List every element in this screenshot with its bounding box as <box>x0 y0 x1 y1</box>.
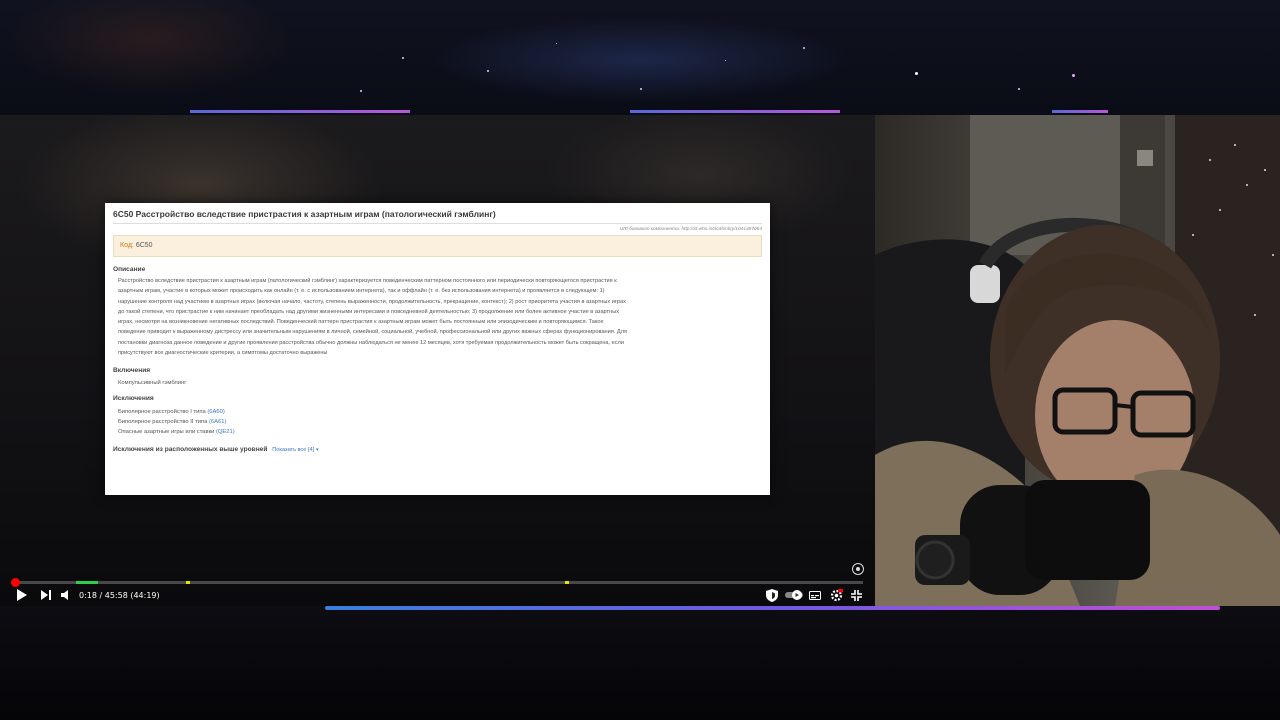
progress-bar[interactable] <box>11 578 863 587</box>
settings-button[interactable] <box>830 587 843 603</box>
exclusion-label: Биполярное расстройство I типа <box>118 409 206 416</box>
autoplay-toggle-icon <box>785 590 803 600</box>
inclusion-item: Компульсивный гэмблинг <box>118 380 187 387</box>
overlay-glow-bar <box>325 606 1220 610</box>
fullscreen-exit-button[interactable] <box>851 587 862 603</box>
autoplay-toggle[interactable] <box>785 587 803 603</box>
code-box: Код: 6C50 <box>113 235 762 257</box>
exclusion-code-link[interactable]: (QE21) <box>216 429 235 435</box>
description-line: Расстройство вследствие пристрастия к аз… <box>118 278 617 284</box>
play-button[interactable] <box>16 587 27 603</box>
description-line: нарушение контроля над участием в азартн… <box>118 298 626 305</box>
description-heading: Описание <box>113 266 146 273</box>
player-controls: 0:18 / 45:58 (44:19) <box>0 587 875 605</box>
description-text: Расстройство вследствие пристрастия к аз… <box>118 276 758 358</box>
exclusions-heading: Исключения <box>113 395 154 403</box>
exclusions-list: Биполярное расстройство I типа (6A60) Би… <box>118 407 762 437</box>
inclusions-heading: Включения <box>113 367 151 375</box>
volume-icon <box>61 590 68 600</box>
subtitles-icon <box>809 590 821 600</box>
settings-icon <box>830 588 843 601</box>
exclusion-code-link[interactable]: (6A61) <box>209 419 226 425</box>
page-title: 6C50 Расстройство вследствие пристрастия… <box>113 209 762 224</box>
exclusion-label: Опасные азартные игры или ставки <box>118 429 215 436</box>
parent-exclusions-label: Исключения из расположенных выше уровней <box>113 446 268 454</box>
exclusion-item: Опасные азартные игры или ставки (QE21) <box>118 427 762 437</box>
webcam-feed <box>875 115 1280 606</box>
stream-overlay-top <box>0 0 1280 115</box>
description-line: играх, несмотря на возникновение негатив… <box>118 319 604 326</box>
exclusion-label: Биполярное расстройство II типа <box>118 419 208 426</box>
streamer-webcam-image <box>875 115 1280 606</box>
chevron-down-icon[interactable]: ▾ <box>316 447 319 453</box>
description-line: до такой степени, что пристрастие к ним … <box>118 308 620 315</box>
foundation-uri: URI базового компонента: http://id.who.i… <box>619 227 762 232</box>
stream-overlay-bottom <box>0 606 1280 720</box>
exclusion-item: Биполярное расстройство I типа (6A60) <box>118 407 762 417</box>
time-display: 0:18 / 45:58 (44:19) <box>79 590 160 600</box>
volume-button[interactable] <box>61 587 71 603</box>
description-line: азартным играм, участие в которых может … <box>118 288 605 295</box>
next-button[interactable] <box>41 587 51 603</box>
shield-icon <box>766 588 778 602</box>
play-icon <box>17 589 27 601</box>
video-player[interactable]: 6C50 Расстройство вследствие пристрастия… <box>0 115 875 606</box>
description-line: поведение приводит к выраженному дистрес… <box>118 329 627 336</box>
progress-scrubber-handle[interactable] <box>11 578 20 587</box>
exclusion-code-link[interactable]: (6A60) <box>207 409 224 415</box>
progress-chapter-marker <box>186 581 190 584</box>
description-line: присутствуют все диагностические критери… <box>118 350 328 357</box>
fullscreen-icon <box>851 589 862 601</box>
next-icon <box>41 590 51 600</box>
parent-exclusions-heading: Исключения из расположенных выше уровней… <box>113 446 762 453</box>
code-value: 6C50 <box>135 242 153 249</box>
progress-chapter-marker <box>565 581 569 584</box>
progress-chapter-marker <box>76 581 98 584</box>
code-label: Код: <box>120 242 134 249</box>
description-line: постановки диагноза данное поведение и д… <box>118 339 624 346</box>
cursor-ring-icon <box>852 563 864 575</box>
subtitles-button[interactable] <box>809 587 821 603</box>
icd-document-page: 6C50 Расстройство вследствие пристрастия… <box>105 203 770 495</box>
show-all-link[interactable]: Показать все [4] <box>272 447 314 453</box>
shield-button[interactable] <box>766 587 778 603</box>
exclusion-item: Биполярное расстройство II типа (6A61) <box>118 417 762 427</box>
